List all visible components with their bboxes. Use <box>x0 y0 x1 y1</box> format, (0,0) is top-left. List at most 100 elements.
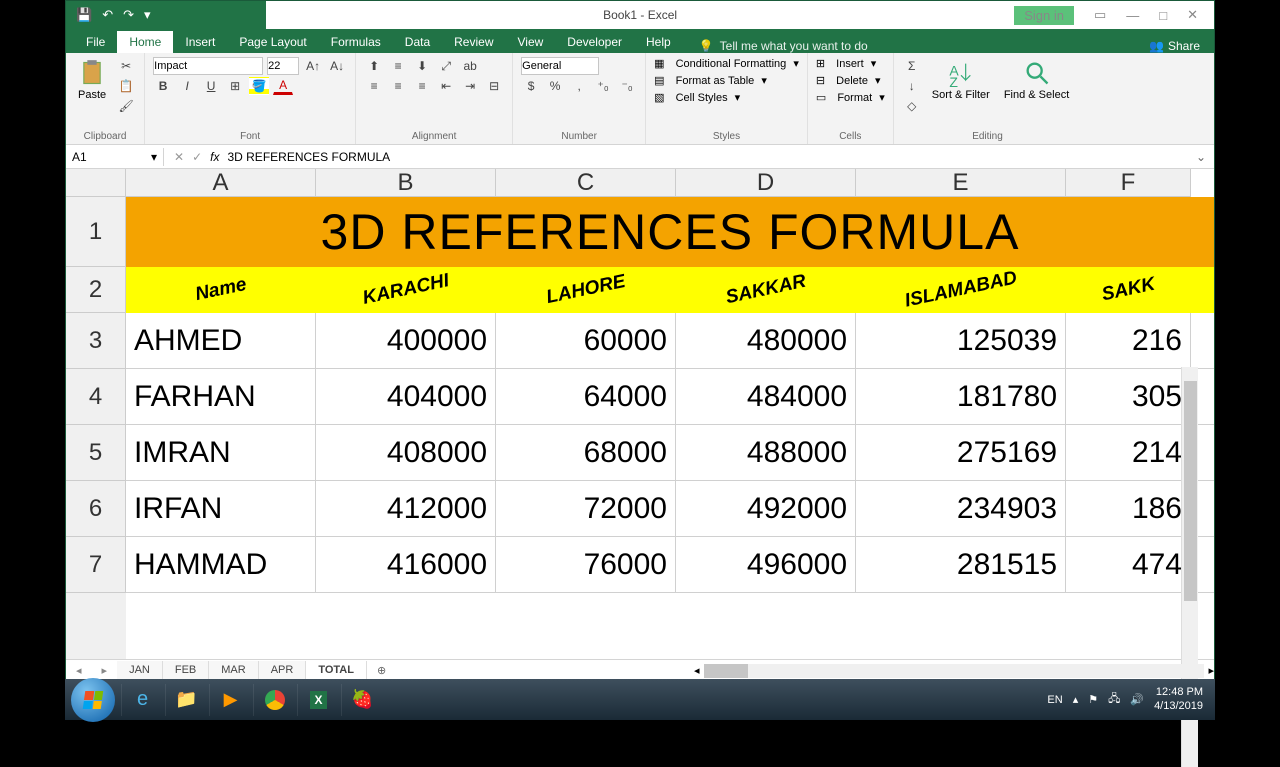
delete-cells-button[interactable]: ⊟ Delete ▾ <box>816 74 881 87</box>
decrease-font-icon[interactable]: A↓ <box>327 57 347 75</box>
save-icon[interactable]: 💾 <box>76 7 92 23</box>
clear-button[interactable]: ◇ <box>902 97 922 115</box>
taskbar-media-icon[interactable]: ▶ <box>209 684 251 716</box>
tab-file[interactable]: File <box>74 31 117 53</box>
font-name-input[interactable] <box>153 57 263 75</box>
number-format-input[interactable] <box>521 57 599 75</box>
row-header-5[interactable]: 5 <box>66 425 126 481</box>
cell[interactable]: 305 <box>1066 369 1191 424</box>
percent-button[interactable]: % <box>545 77 565 95</box>
orientation-icon[interactable]: ⤢ <box>436 57 456 75</box>
font-color-button[interactable]: A <box>273 77 293 95</box>
decrease-decimal-icon[interactable]: ⁻₀ <box>617 77 637 95</box>
cell[interactable]: FARHAN <box>126 369 316 424</box>
row-header-3[interactable]: 3 <box>66 313 126 369</box>
border-button[interactable]: ⊞ <box>225 77 245 95</box>
bold-button[interactable]: B <box>153 77 173 95</box>
increase-indent-icon[interactable]: ⇥ <box>460 77 480 95</box>
fill-color-button[interactable]: 🪣 <box>249 77 269 95</box>
align-bottom-icon[interactable]: ⬇ <box>412 57 432 75</box>
italic-button[interactable]: I <box>177 77 197 95</box>
cell[interactable]: IRFAN <box>126 481 316 536</box>
maximize-icon[interactable]: □ <box>1159 8 1167 23</box>
row-header-4[interactable]: 4 <box>66 369 126 425</box>
sheet-tab-jan[interactable]: JAN <box>117 661 163 681</box>
minimize-icon[interactable]: — <box>1126 8 1139 23</box>
comma-button[interactable]: , <box>569 77 589 95</box>
cell[interactable]: 234903 <box>856 481 1066 536</box>
tab-review[interactable]: Review <box>442 31 505 53</box>
align-center-icon[interactable]: ≡ <box>388 77 408 95</box>
headers-row[interactable]: NameKARACHILAHORESAKKARISLAMABADSAKK <box>126 267 1214 313</box>
row-header-6[interactable]: 6 <box>66 481 126 537</box>
cell[interactable]: 186 <box>1066 481 1191 536</box>
tab-data[interactable]: Data <box>393 31 442 53</box>
insert-cells-button[interactable]: ⊞ Insert ▾ <box>816 57 876 70</box>
tray-flag-icon[interactable]: ⚑ <box>1088 693 1098 706</box>
increase-decimal-icon[interactable]: ⁺₀ <box>593 77 613 95</box>
tab-formulas[interactable]: Formulas <box>319 31 393 53</box>
taskbar-excel-icon[interactable]: X <box>297 684 339 716</box>
tab-help[interactable]: Help <box>634 31 683 53</box>
font-size-input[interactable] <box>267 57 299 75</box>
sheet-tab-apr[interactable]: APR <box>259 661 307 681</box>
taskbar-explorer-icon[interactable]: 📁 <box>165 684 207 716</box>
autosum-button[interactable]: Σ <box>902 57 922 75</box>
format-painter-button[interactable]: 🖌 <box>116 97 136 115</box>
copy-button[interactable]: 📋 <box>116 77 136 95</box>
conditional-formatting-button[interactable]: ▦ Conditional Formatting ▾ <box>654 57 799 70</box>
col-header-a[interactable]: A <box>126 169 316 197</box>
col-header-d[interactable]: D <box>676 169 856 197</box>
cell[interactable]: IMRAN <box>126 425 316 480</box>
format-as-table-button[interactable]: ▤ Format as Table ▾ <box>654 74 767 87</box>
ribbon-display-icon[interactable]: ▭ <box>1094 7 1106 23</box>
cell[interactable]: 492000 <box>676 481 856 536</box>
hscroll-right-icon[interactable]: ▸ <box>1208 664 1214 677</box>
cell[interactable]: 474 <box>1066 537 1191 592</box>
cell[interactable]: 76000 <box>496 537 676 592</box>
align-middle-icon[interactable]: ≡ <box>388 57 408 75</box>
close-icon[interactable]: ✕ <box>1187 7 1198 23</box>
tray-lang[interactable]: EN <box>1047 694 1062 706</box>
cancel-formula-icon[interactable]: ✕ <box>174 150 184 164</box>
tray-network-icon[interactable]: 🖧 <box>1108 690 1120 709</box>
col-header-f[interactable]: F <box>1066 169 1191 197</box>
cell[interactable]: 214 <box>1066 425 1191 480</box>
sheet-tab-feb[interactable]: FEB <box>163 661 209 681</box>
cell[interactable]: 416000 <box>316 537 496 592</box>
formula-input[interactable]: 3D REFERENCES FORMULA <box>227 150 1195 164</box>
tab-view[interactable]: View <box>506 31 556 53</box>
cut-button[interactable]: ✂ <box>116 57 136 75</box>
decrease-indent-icon[interactable]: ⇤ <box>436 77 456 95</box>
hscroll-left-icon[interactable]: ◂ <box>694 664 700 677</box>
wrap-text-button[interactable]: ab <box>460 57 480 75</box>
horizontal-scrollbar[interactable]: ◂ ▸ <box>694 664 1214 678</box>
table-row[interactable]: IMRAN40800068000488000275169214 <box>126 425 1214 481</box>
table-row[interactable]: HAMMAD41600076000496000281515474 <box>126 537 1214 593</box>
cell[interactable]: 412000 <box>316 481 496 536</box>
sign-in-button[interactable]: Sign in <box>1014 6 1074 25</box>
undo-icon[interactable]: ↶ <box>102 7 113 23</box>
new-sheet-button[interactable]: ⊕ <box>367 664 396 677</box>
tab-page-layout[interactable]: Page Layout <box>227 31 318 53</box>
cell[interactable]: 64000 <box>496 369 676 424</box>
sheet-tab-total[interactable]: TOTAL <box>306 661 367 681</box>
fx-icon[interactable]: fx <box>210 150 219 164</box>
underline-button[interactable]: U <box>201 77 221 95</box>
tray-volume-icon[interactable]: 🔊 <box>1130 693 1144 706</box>
qat-dropdown-icon[interactable]: ▾ <box>144 7 151 23</box>
col-header-c[interactable]: C <box>496 169 676 197</box>
align-right-icon[interactable]: ≡ <box>412 77 432 95</box>
cell[interactable]: 408000 <box>316 425 496 480</box>
format-cells-button[interactable]: ▭ Format ▾ <box>816 91 885 104</box>
merge-button[interactable]: ⊟ <box>484 77 504 95</box>
paste-button[interactable]: Paste <box>74 57 110 103</box>
align-top-icon[interactable]: ⬆ <box>364 57 384 75</box>
align-left-icon[interactable]: ≡ <box>364 77 384 95</box>
cell[interactable]: 496000 <box>676 537 856 592</box>
tell-me[interactable]: 💡Tell me what you want to do <box>699 39 868 53</box>
sheet-nav-prev-icon[interactable]: ◂ <box>66 664 92 677</box>
col-header-b[interactable]: B <box>316 169 496 197</box>
chevron-down-icon[interactable]: ▾ <box>151 150 157 164</box>
name-box[interactable]: A1▾ <box>66 148 164 166</box>
